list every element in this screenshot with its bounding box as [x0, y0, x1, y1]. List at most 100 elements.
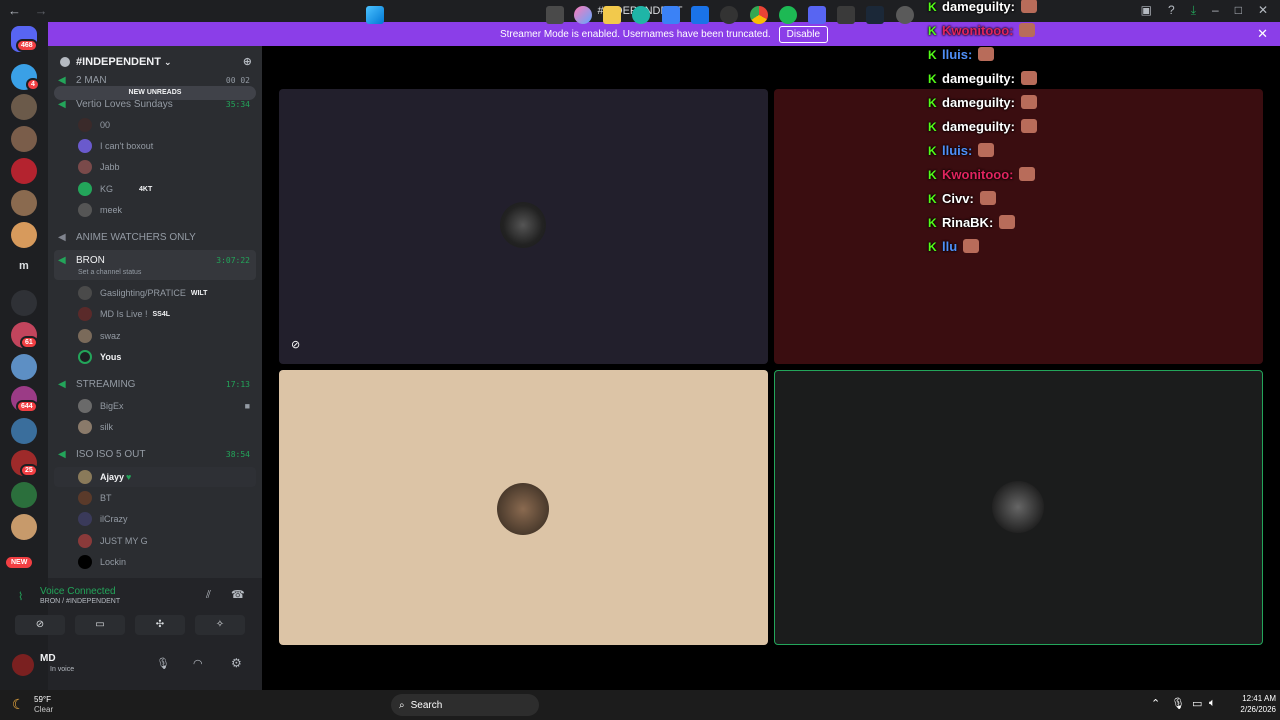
channel-times: 00 02: [225, 75, 250, 85]
member-name: KG: [100, 184, 114, 194]
unread-badge: 25: [20, 464, 38, 477]
tray-volume-icon[interactable]: 🔈︎: [1209, 697, 1216, 710]
noise-suppression-icon[interactable]: ⫽: [206, 589, 211, 602]
voice-channel[interactable]: ◀ ISO ISO 5 OUT 38:54: [54, 444, 256, 464]
kick-logo-icon: K: [928, 72, 937, 86]
server-icon[interactable]: [11, 418, 37, 444]
channel-status[interactable]: Set a channel status: [78, 269, 141, 276]
disable-streamer-button[interactable]: Disable: [778, 25, 829, 43]
signal-icon: ⌇: [18, 591, 24, 603]
file-explorer-icon[interactable]: [603, 6, 621, 24]
voice-member[interactable]: KG 4KT: [54, 179, 256, 199]
kick-logo-icon: K: [928, 216, 937, 230]
avatar: [78, 307, 92, 321]
soundboard-button[interactable]: ✧: [195, 615, 245, 635]
speaker-icon: ◀: [58, 449, 66, 460]
chat-username: Civv:: [942, 190, 974, 206]
voice-member[interactable]: Ajayy ♥: [54, 467, 256, 487]
voice-member[interactable]: Jabb: [54, 157, 256, 177]
server-icon[interactable]: [11, 190, 37, 216]
edge-icon[interactable]: [632, 6, 650, 24]
server-icon[interactable]: [11, 126, 37, 152]
voice-channel[interactable]: ◀ Vertio Loves Sundays 35:34: [54, 94, 256, 114]
speaker-icon: ◀: [58, 232, 66, 243]
voice-member[interactable]: 00: [54, 115, 256, 135]
tray-display-icon[interactable]: ▭: [1192, 697, 1202, 710]
member-tag: SS4L: [152, 310, 171, 318]
avatar[interactable]: [12, 654, 34, 676]
voice-member[interactable]: silk: [54, 417, 256, 437]
discord-taskbar-icon[interactable]: [808, 6, 826, 24]
chat-username: lluis:: [942, 46, 973, 62]
store-icon[interactable]: [662, 6, 680, 24]
help-icon[interactable]: ?: [1168, 3, 1175, 18]
camera-toggle-button[interactable]: ⊘: [15, 615, 65, 635]
download-icon[interactable]: ⤓: [1191, 3, 1196, 18]
server-icon[interactable]: [11, 514, 37, 540]
weather-temp[interactable]: 59°F: [34, 695, 51, 704]
voice-member[interactable]: ilCrazy: [54, 509, 256, 529]
unread-badge: 468: [16, 39, 38, 52]
maximize-icon[interactable]: □: [1235, 3, 1242, 18]
server-icon[interactable]: [11, 158, 37, 184]
server-icon[interactable]: [11, 482, 37, 508]
voice-member[interactable]: meek: [54, 200, 256, 220]
voice-channel[interactable]: ◀ ANIME WATCHERS ONLY: [54, 227, 256, 247]
voice-channel-active[interactable]: ◀ BRON 3:07:22: [54, 250, 256, 270]
outlook-icon[interactable]: [691, 6, 709, 24]
server-icon[interactable]: [11, 354, 37, 380]
steam-icon[interactable]: [866, 6, 884, 24]
chat-username: Kwonitooo:: [942, 22, 1014, 38]
settings-gear-icon[interactable]: ⚙: [231, 656, 242, 670]
server-icon[interactable]: [11, 94, 37, 120]
voice-member[interactable]: MD Is Live ! SS4L: [54, 304, 256, 324]
voice-member[interactable]: BigEx ■: [54, 396, 256, 416]
minimize-icon[interactable]: –: [1212, 3, 1219, 18]
avatar: [78, 203, 92, 217]
inbox-icon[interactable]: ▣: [1141, 3, 1152, 18]
voice-member[interactable]: JUST MY G: [54, 531, 256, 551]
voice-member[interactable]: Yous: [54, 347, 256, 367]
headphones-icon[interactable]: ◠: [193, 657, 203, 670]
xbox-icon[interactable]: [837, 6, 855, 24]
folder-icon[interactable]: [11, 290, 37, 316]
voice-member[interactable]: Lockin: [54, 552, 256, 572]
windows-start-icon[interactable]: [366, 6, 384, 24]
voice-member[interactable]: swaz: [54, 326, 256, 346]
screen-share-button[interactable]: ▭: [75, 615, 125, 635]
task-view-icon[interactable]: [546, 6, 564, 24]
kick-logo-icon: K: [928, 240, 937, 254]
voice-connected-status[interactable]: Voice Connected: [40, 586, 116, 597]
activities-button[interactable]: ✣: [135, 615, 185, 635]
spotify-icon[interactable]: [779, 6, 797, 24]
clock-time[interactable]: 12:41 AM: [1226, 694, 1276, 703]
disconnect-icon[interactable]: ☎: [231, 588, 245, 601]
copilot-icon[interactable]: [574, 6, 592, 24]
avatar: [78, 420, 92, 434]
obs-icon[interactable]: [896, 6, 914, 24]
server-icon[interactable]: [11, 222, 37, 248]
voice-member[interactable]: Gaslighting/PRATICE WILT: [54, 283, 256, 303]
channel-timer: 38:54: [225, 449, 250, 459]
chrome-icon[interactable]: [750, 6, 768, 24]
close-banner-icon[interactable]: ✕: [1257, 26, 1268, 42]
voice-channel[interactable]: ◀ 2 MAN 00 02: [54, 74, 256, 87]
server-letter-icon[interactable]: m: [19, 260, 29, 272]
member-name: BT: [100, 493, 112, 503]
member-tag: 4KT: [139, 185, 153, 193]
avatar: [78, 512, 92, 526]
close-window-icon[interactable]: ✕: [1258, 3, 1268, 18]
tray-mic-icon[interactable]: 🎙︎: [1171, 697, 1185, 710]
tray-chevron-icon[interactable]: ⌃: [1151, 697, 1160, 710]
voice-member[interactable]: BT: [54, 488, 256, 508]
chatgpt-icon[interactable]: [720, 6, 738, 24]
emote-icon: [1020, 119, 1037, 133]
voice-member[interactable]: I can't boxout: [54, 136, 256, 156]
chat-message: K Kwonitooo:: [928, 164, 1036, 184]
member-name: JUST MY G: [100, 536, 148, 546]
taskbar-search[interactable]: ⌕ Search: [391, 694, 539, 716]
invite-people-icon[interactable]: ⊕: [243, 55, 252, 68]
weather-desc: Clear: [34, 705, 54, 714]
microphone-icon[interactable]: 🎙︎: [156, 657, 170, 670]
voice-channel[interactable]: ◀ STREAMING 17:13: [54, 374, 256, 394]
